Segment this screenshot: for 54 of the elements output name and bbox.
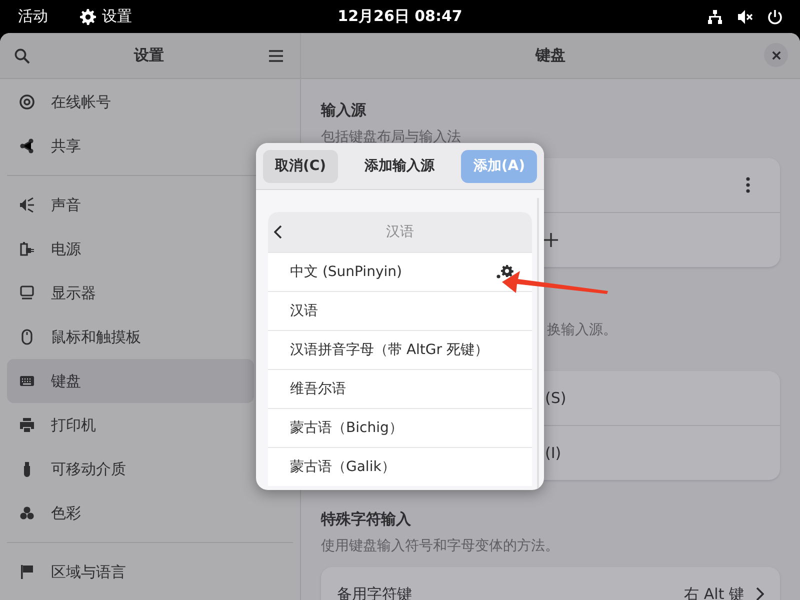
mouse-icon	[19, 329, 35, 345]
activities-button[interactable]: 活动	[18, 7, 48, 26]
share-icon	[19, 138, 35, 154]
power-icon[interactable]	[767, 8, 783, 24]
list-item[interactable]: 蒙古语（Galik）	[268, 447, 532, 486]
list-item[interactable]: 维吾尔语	[268, 369, 532, 408]
list-item[interactable]: 汉语拼音字母（带 AltGr 死键）	[268, 330, 532, 369]
sidebar-item[interactable]: 可移动介质	[7, 447, 254, 491]
row-label[interactable]: (I)	[545, 444, 562, 462]
clock[interactable]: 12月26日 08:47	[338, 7, 462, 26]
menu-icon[interactable]	[268, 48, 284, 64]
muted-speaker-icon[interactable]	[737, 8, 753, 24]
back-icon[interactable]	[274, 225, 282, 239]
gear-icon[interactable]	[496, 265, 514, 279]
monitor-icon	[19, 285, 35, 301]
row-value: 右 Alt 键	[684, 584, 744, 600]
sidebar-item[interactable]: 色彩	[7, 491, 254, 535]
section-subtitle: 包括键盘布局与输入法	[321, 128, 462, 146]
search-icon[interactable]	[14, 48, 30, 64]
network-icon[interactable]	[707, 8, 723, 24]
flag-icon	[19, 564, 35, 580]
sidebar-title: 设置	[134, 46, 164, 65]
color-circles-icon	[19, 505, 35, 521]
section-subtitle: 使用键盘输入符号和字母变体的方法。	[321, 537, 560, 555]
sidebar-item[interactable]: 声音	[7, 183, 254, 227]
speaker-icon	[19, 197, 35, 213]
sidebar-item[interactable]: 在线帐号	[7, 80, 254, 124]
list-item[interactable]: 汉语	[268, 291, 532, 330]
cancel-button[interactable]: 取消(C)	[263, 150, 338, 182]
printer-icon	[19, 417, 35, 433]
sidebar-item[interactable]: 区域与语言	[7, 550, 254, 594]
sidebar-item[interactable]: 共享	[7, 124, 254, 168]
add-icon[interactable]	[542, 232, 558, 248]
close-button[interactable]	[764, 43, 788, 67]
list-title: 汉语	[386, 223, 414, 241]
sidebar-item[interactable]: 电源	[7, 227, 254, 271]
sidebar-item[interactable]: 鼠标和触摸板	[7, 315, 254, 359]
keyboard-icon	[19, 373, 35, 389]
app-menu[interactable]: 设置	[102, 7, 132, 26]
close-icon	[772, 50, 780, 60]
sidebar-item[interactable]: 打印机	[7, 403, 254, 447]
dialog-title: 添加输入源	[364, 157, 435, 175]
section-heading: 输入源	[321, 101, 368, 120]
chevron-icon	[756, 587, 764, 600]
row-label[interactable]: (S)	[545, 389, 566, 407]
section-heading: 特殊字符输入	[321, 510, 412, 529]
panel-title: 键盘	[536, 46, 566, 65]
more-options-icon[interactable]	[746, 177, 750, 193]
sidebar-item[interactable]: 键盘	[7, 359, 254, 403]
battery-plug-icon	[19, 241, 35, 257]
gear-icon	[80, 8, 96, 24]
sidebar-item[interactable]: 显示器	[7, 271, 254, 315]
list-item[interactable]: 蒙古语（Bichig）	[268, 408, 532, 447]
section-subtitle: 换输入源。	[546, 321, 618, 339]
